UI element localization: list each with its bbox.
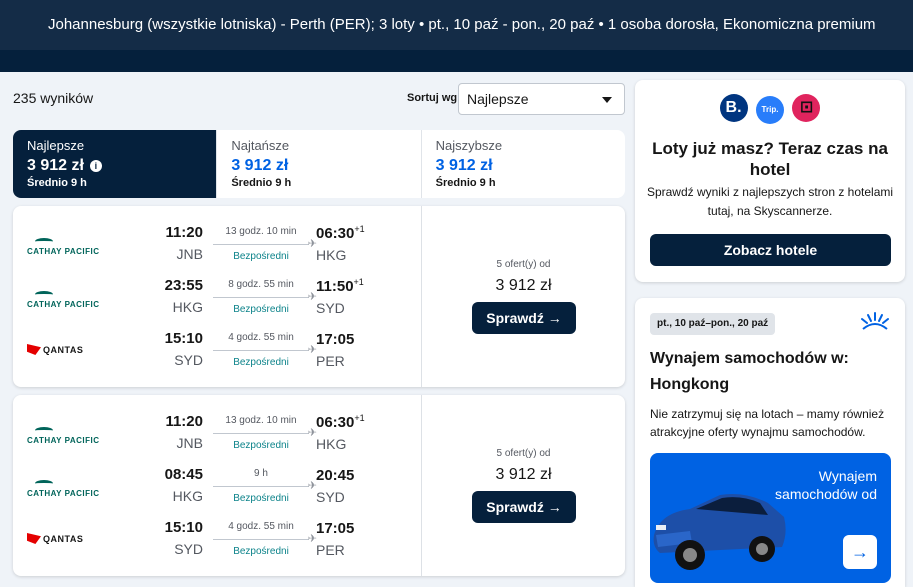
day-offset: +1: [354, 224, 365, 234]
stops: Bezpośredni: [233, 493, 289, 504]
hotel-ad: B. Trip. ⊡ Loty już masz? Teraz czas na …: [635, 80, 905, 282]
car-ad-text: Nie zatrzymuj się na lotach – mamy równi…: [650, 407, 885, 439]
hotel-ad-text: Sprawdź wyniki z najlepszych stron z hot…: [646, 185, 894, 218]
car-promo-text: Wynajem samochodów od: [775, 468, 877, 502]
arrival-time: 17:05: [316, 331, 355, 348]
airline-logo: CATHAY PACIFIC: [27, 238, 100, 256]
arrival-time: 06:30: [316, 414, 355, 431]
tab-name: Najszybsze: [435, 138, 503, 153]
offers-count: 5 ofert(y) od: [496, 448, 551, 459]
departure-time: 08:45: [164, 466, 203, 483]
sunrise-logo-icon: [861, 312, 889, 330]
flight-card[interactable]: CATHAY PACIFIC 11:20 JNB 13 godz. 10 min ✈…: [13, 395, 625, 576]
duration: 4 godz. 55 min: [228, 332, 294, 343]
departure-code: HKG: [172, 488, 203, 504]
search-summary[interactable]: Johannesburg (wszystkie lotniska) - Pert…: [0, 0, 913, 50]
departure-code: SYD: [174, 541, 203, 557]
duration: 13 godz. 10 min: [225, 226, 297, 237]
hotel-ad-title: Loty już masz? Teraz czas na hotel: [652, 139, 888, 179]
price: 3 912 zł: [495, 466, 552, 483]
sort-tabs: Najlepsze 3 912 zł i Średnio 9 h Najtańsz…: [13, 130, 625, 198]
departure-code: SYD: [174, 352, 203, 368]
tab-name: Najlepsze: [27, 138, 85, 153]
airline-logo: CATHAY PACIFIC: [27, 480, 100, 498]
partner-logos: B. Trip. ⊡: [635, 94, 905, 124]
departure-time: 15:10: [164, 330, 203, 347]
tab-cheapest[interactable]: Najtańsze 3 912 zł Średnio 9 h: [217, 130, 422, 198]
duration: 4 godz. 55 min: [228, 521, 294, 532]
day-offset: +1: [353, 277, 364, 287]
price: 3 912 zł: [495, 277, 552, 294]
partner-logo-icon: ⊡: [792, 94, 821, 122]
day-offset: +1: [354, 413, 365, 423]
flight-leg: CATHAY PACIFIC 11:20 JNB 13 godz. 10 min ✈…: [13, 409, 421, 459]
airline-logo: QANTAS: [27, 533, 83, 544]
sort-select[interactable]: Najlepsze: [458, 83, 625, 115]
tab-price: 3 912 zł: [435, 157, 493, 174]
tab-price: 3 912 zł: [231, 157, 289, 174]
tab-avg: Średnio 9 h: [231, 177, 292, 189]
arrival-code: SYD: [316, 489, 345, 505]
departure-time: 11:20: [165, 413, 203, 430]
flight-leg: CATHAY PACIFIC 11:20 JNB 13 godz. 10 min ✈…: [13, 220, 421, 270]
tab-avg: Średnio 9 h: [435, 177, 496, 189]
departure-code: JNB: [176, 246, 203, 262]
departure-time: 11:20: [165, 224, 203, 241]
stops: Bezpośredni: [233, 251, 289, 262]
car-rental-ad: pt., 10 paź–pon., 20 paź Wynajem samocho…: [635, 298, 905, 587]
airline-logo: QANTAS: [27, 344, 83, 355]
departure-code: HKG: [172, 299, 203, 315]
arrival-time: 17:05: [316, 520, 355, 537]
offers-count: 5 ofert(y) od: [496, 259, 551, 270]
flight-leg: QANTAS 15:10 SYD 4 godz. 55 min ✈ Bezpośred…: [13, 515, 421, 565]
duration: 13 godz. 10 min: [225, 415, 297, 426]
booking-logo-icon: B.: [719, 94, 748, 122]
tab-fastest[interactable]: Najszybsze 3 912 zł Średnio 9 h: [422, 130, 625, 198]
airline-logo: CATHAY PACIFIC: [27, 291, 100, 309]
tab-name: Najtańsze: [231, 138, 290, 153]
arrow-right-icon[interactable]: →: [843, 535, 877, 569]
arrival-time: 20:45: [316, 467, 355, 484]
results-count: 235 wyników: [13, 90, 94, 106]
info-icon[interactable]: i: [89, 160, 102, 172]
departure-time: 15:10: [164, 519, 203, 536]
arrival-code: SYD: [316, 300, 345, 316]
duration: 9 h: [254, 468, 268, 479]
car-ad-title: Wynajem samochodów w: Hongkong: [650, 350, 849, 393]
trip-logo-icon: Trip.: [756, 96, 784, 124]
departure-time: 23:55: [164, 277, 203, 294]
duration: 8 godz. 55 min: [228, 279, 294, 290]
stops: Bezpośredni: [233, 304, 289, 315]
check-button[interactable]: Sprawdź →: [472, 302, 576, 334]
sort-label: Sortuj wg: [407, 92, 458, 104]
arrival-code: HKG: [316, 436, 347, 452]
arrival-code: PER: [316, 353, 345, 369]
arrival-time: 11:50: [316, 278, 354, 295]
sort-value: Najlepsze: [467, 91, 529, 107]
tab-avg: Średnio 9 h: [27, 177, 87, 189]
stops: Bezpośredni: [233, 357, 289, 368]
flight-card[interactable]: CATHAY PACIFIC 11:20 JNB 13 godz. 10 min ✈…: [13, 206, 625, 387]
arrival-code: PER: [316, 542, 345, 558]
arrival-code: HKG: [316, 247, 347, 263]
flight-leg: CATHAY PACIFIC 08:45 HKG 9 h ✈ Bezpośredni …: [13, 462, 421, 512]
tab-price: 3 912 zł: [27, 157, 84, 174]
top-bar: Johannesburg (wszystkie lotniska) - Pert…: [0, 0, 913, 72]
see-hotels-button[interactable]: Zobacz hotele: [650, 234, 891, 266]
car-promo-banner[interactable]: Wynajem samochodów od →: [650, 453, 891, 583]
airline-logo: CATHAY PACIFIC: [27, 427, 100, 445]
check-button[interactable]: Sprawdź →: [472, 491, 576, 523]
stops: Bezpośredni: [233, 440, 289, 451]
tab-best[interactable]: Najlepsze 3 912 zł i Średnio 9 h: [13, 130, 218, 198]
arrival-time: 06:30: [316, 225, 355, 242]
flight-leg: CATHAY PACIFIC 23:55 HKG 8 godz. 55 min ✈ B…: [13, 273, 421, 323]
departure-code: JNB: [176, 435, 203, 451]
date-badge: pt., 10 paź–pon., 20 paź: [650, 313, 776, 335]
flight-leg: QANTAS 15:10 SYD 4 godz. 55 min ✈ Bezpośred…: [13, 326, 421, 376]
stops: Bezpośredni: [233, 546, 289, 557]
chevron-down-icon: [602, 97, 612, 103]
